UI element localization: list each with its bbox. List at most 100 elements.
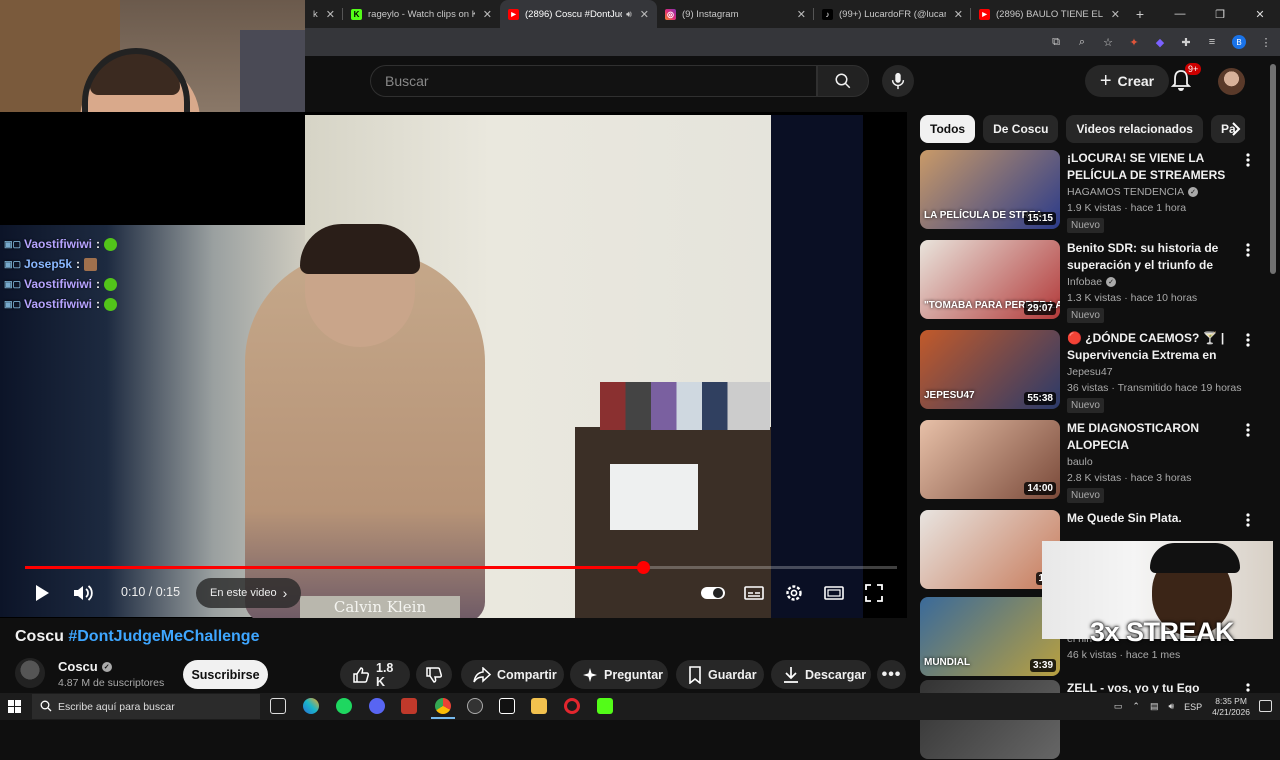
recommended-video[interactable]: LA PELÍCULA DE STREA 15:15 ¡LOCURA! SE VIE…	[920, 150, 1260, 233]
more-options-icon[interactable]	[1242, 422, 1254, 438]
chapters-button[interactable]: En este video ›	[196, 578, 302, 608]
spotify-icon[interactable]	[336, 698, 352, 714]
chevron-up-icon[interactable]: ⌃	[1132, 701, 1140, 712]
browser-tab[interactable]: K rageylo - Watch clips on Kick ✕	[343, 0, 500, 28]
chat-username[interactable]: Vaostifiwiwi	[24, 237, 92, 251]
recommended-video[interactable]: "TOMABA PARA PERDER LA TIMIDEZ EN CAMA"2…	[920, 240, 1260, 323]
minimize-icon[interactable]: —	[1160, 8, 1200, 20]
recommended-channel[interactable]: baulo	[1067, 456, 1093, 468]
language-indicator[interactable]: ESP	[1184, 702, 1202, 712]
tray-app-icon[interactable]: ▭	[1114, 701, 1123, 712]
chat-username[interactable]: Vaostifiwiwi	[24, 297, 92, 311]
ask-button[interactable]: Preguntar	[570, 660, 668, 689]
chip-all[interactable]: Todos	[920, 115, 976, 143]
browser-tab[interactable]: ◎ (9) Instagram ✕	[657, 0, 814, 28]
browser-tab[interactable]: ♪ (99+) LucardoFR (@lucardofr) | ✕	[814, 0, 971, 28]
windows-start-icon[interactable]	[8, 700, 21, 713]
channel-name[interactable]: Coscu ✓	[58, 659, 112, 674]
tab-audio-icon[interactable]: 🔊︎	[626, 9, 632, 20]
video-thumbnail[interactable]: LA PELÍCULA DE STREA 15:15	[920, 150, 1060, 229]
browser-tab-active[interactable]: ▶ (2896) Coscu #DontJudgeMe 🔊︎ ✕	[500, 0, 657, 28]
copilot-icon[interactable]	[303, 698, 319, 714]
chip-related[interactable]: Videos relacionados	[1066, 115, 1203, 143]
recommended-video[interactable]: 14:00 ME DIAGNOSTICARON ALOPECIA baulo 2.8 …	[920, 420, 1260, 503]
recommended-channel[interactable]: HAGAMOS TENDENCIA ✓	[1067, 186, 1199, 198]
video-title-hashtag[interactable]: #DontJudgeMeChallenge	[68, 628, 259, 645]
channel-avatar[interactable]	[15, 658, 45, 688]
browser-profile-avatar[interactable]: B	[1232, 35, 1246, 49]
search-button[interactable]	[817, 65, 869, 97]
subscribe-button[interactable]: Suscribirse	[183, 660, 268, 689]
page-scrollbar[interactable]	[1270, 64, 1276, 274]
create-button[interactable]: + Crear	[1085, 65, 1169, 97]
new-tab-icon[interactable]: +	[1128, 6, 1152, 22]
like-button[interactable]: 1.8 K	[340, 660, 410, 689]
tab-close-icon[interactable]: ✕	[797, 8, 806, 21]
dislike-button[interactable]	[416, 660, 452, 689]
taskbar-clock[interactable]: 8:35 PM 4/21/2026	[1212, 696, 1250, 718]
tab-close-icon[interactable]: ✕	[1111, 8, 1120, 21]
subtitles-button[interactable]	[742, 581, 766, 605]
chip-from-channel[interactable]: De Coscu	[983, 115, 1059, 143]
notifications-center-icon[interactable]	[1259, 700, 1272, 712]
recommended-channel[interactable]: Infobae ✓	[1067, 276, 1117, 288]
tab-close-icon[interactable]: ✕	[640, 8, 649, 21]
autoplay-toggle[interactable]	[700, 581, 726, 605]
browser-tab[interactable]: ▶ (2896) BAULO TIENE EL IQ DE U ✕	[971, 0, 1128, 28]
restore-icon[interactable]: ❐	[1200, 8, 1240, 21]
capcut-icon[interactable]	[499, 698, 515, 714]
video-thumbnail[interactable]: 19:	[920, 510, 1060, 589]
more-options-icon[interactable]	[1242, 152, 1254, 168]
zoom-icon[interactable]: ⌕	[1076, 36, 1088, 48]
video-player[interactable]: Calvin Klein 0:10 / 0:15 En este video ›	[0, 112, 907, 618]
video-thumbnail[interactable]: "TOMABA PARA PERDER LA TIMIDEZ EN CAMA"2…	[920, 240, 1060, 319]
download-button[interactable]: Descargar	[771, 660, 871, 689]
recommended-video-title[interactable]: 🔴 ¿DÓNDE CAEMOS? 🍸 | Supervivencia Extre…	[1067, 330, 1237, 364]
more-options-icon[interactable]	[1242, 242, 1254, 258]
kick-icon[interactable]	[597, 698, 613, 714]
recommended-video-title[interactable]: Me Quede Sin Plata.	[1067, 510, 1237, 527]
bookmark-star-icon[interactable]: ☆	[1102, 36, 1114, 49]
theater-mode-button[interactable]	[822, 581, 846, 605]
save-button[interactable]: Guardar	[676, 660, 764, 689]
recommended-video-title[interactable]: ME DIAGNOSTICARON ALOPECIA	[1067, 420, 1237, 453]
extension-icon[interactable]: ◆	[1154, 36, 1166, 49]
extension-icon[interactable]: ✦	[1128, 36, 1140, 49]
recommended-video[interactable]: ZELL - vos, yo y tu Ego REMIX	[920, 680, 1260, 760]
opera-icon[interactable]	[564, 698, 580, 714]
settings-button[interactable]	[782, 581, 806, 605]
chat-username[interactable]: Vaostifiwiwi	[24, 277, 92, 291]
browser-tab[interactable]: k ✕	[305, 0, 343, 28]
chips-next-button[interactable]	[1225, 118, 1247, 140]
recommended-video-title[interactable]: ¡LOCURA! SE VIENE LA PELÍCULA DE STREAME…	[1067, 150, 1237, 184]
chrome-icon[interactable]	[431, 698, 455, 719]
chat-username[interactable]: Josep5k	[24, 257, 72, 271]
play-button[interactable]	[30, 581, 54, 605]
task-view-icon[interactable]	[270, 698, 286, 714]
close-window-icon[interactable]: ✕	[1240, 8, 1280, 21]
more-options-icon[interactable]	[1242, 512, 1254, 528]
recommended-video-title[interactable]: Benito SDR: su historia de superación y …	[1067, 240, 1237, 274]
cast-icon[interactable]: ⧉	[1050, 36, 1062, 48]
more-options-icon[interactable]	[1242, 332, 1254, 348]
channel-name-text[interactable]: Coscu	[58, 659, 98, 674]
progress-bar[interactable]	[25, 561, 897, 574]
fullscreen-button[interactable]	[862, 581, 886, 605]
tab-close-icon[interactable]: ✕	[326, 8, 335, 21]
more-actions-button[interactable]: •••	[877, 660, 906, 689]
voice-search-button[interactable]	[882, 65, 914, 97]
discord-icon[interactable]	[369, 698, 385, 714]
search-input[interactable]: Buscar	[370, 65, 817, 97]
extensions-puzzle-icon[interactable]: ✚	[1180, 36, 1192, 49]
share-button[interactable]: Compartir	[461, 660, 564, 689]
network-icon[interactable]: ▤	[1150, 701, 1159, 712]
video-thumbnail[interactable]: MUNDIAL 3:39	[920, 597, 1060, 676]
video-thumbnail[interactable]: JEPESU47 55:38	[920, 330, 1060, 409]
volume-tray-icon[interactable]: 🔊︎	[1168, 701, 1174, 712]
file-explorer-icon[interactable]	[531, 698, 547, 714]
tab-close-icon[interactable]: ✕	[483, 8, 492, 21]
media-controls-icon[interactable]: ≡	[1206, 36, 1218, 48]
account-avatar[interactable]	[1218, 68, 1245, 95]
recommended-channel[interactable]: Jepesu47	[1067, 366, 1113, 378]
taskbar-search-input[interactable]: Escribe aquí para buscar	[32, 694, 260, 719]
